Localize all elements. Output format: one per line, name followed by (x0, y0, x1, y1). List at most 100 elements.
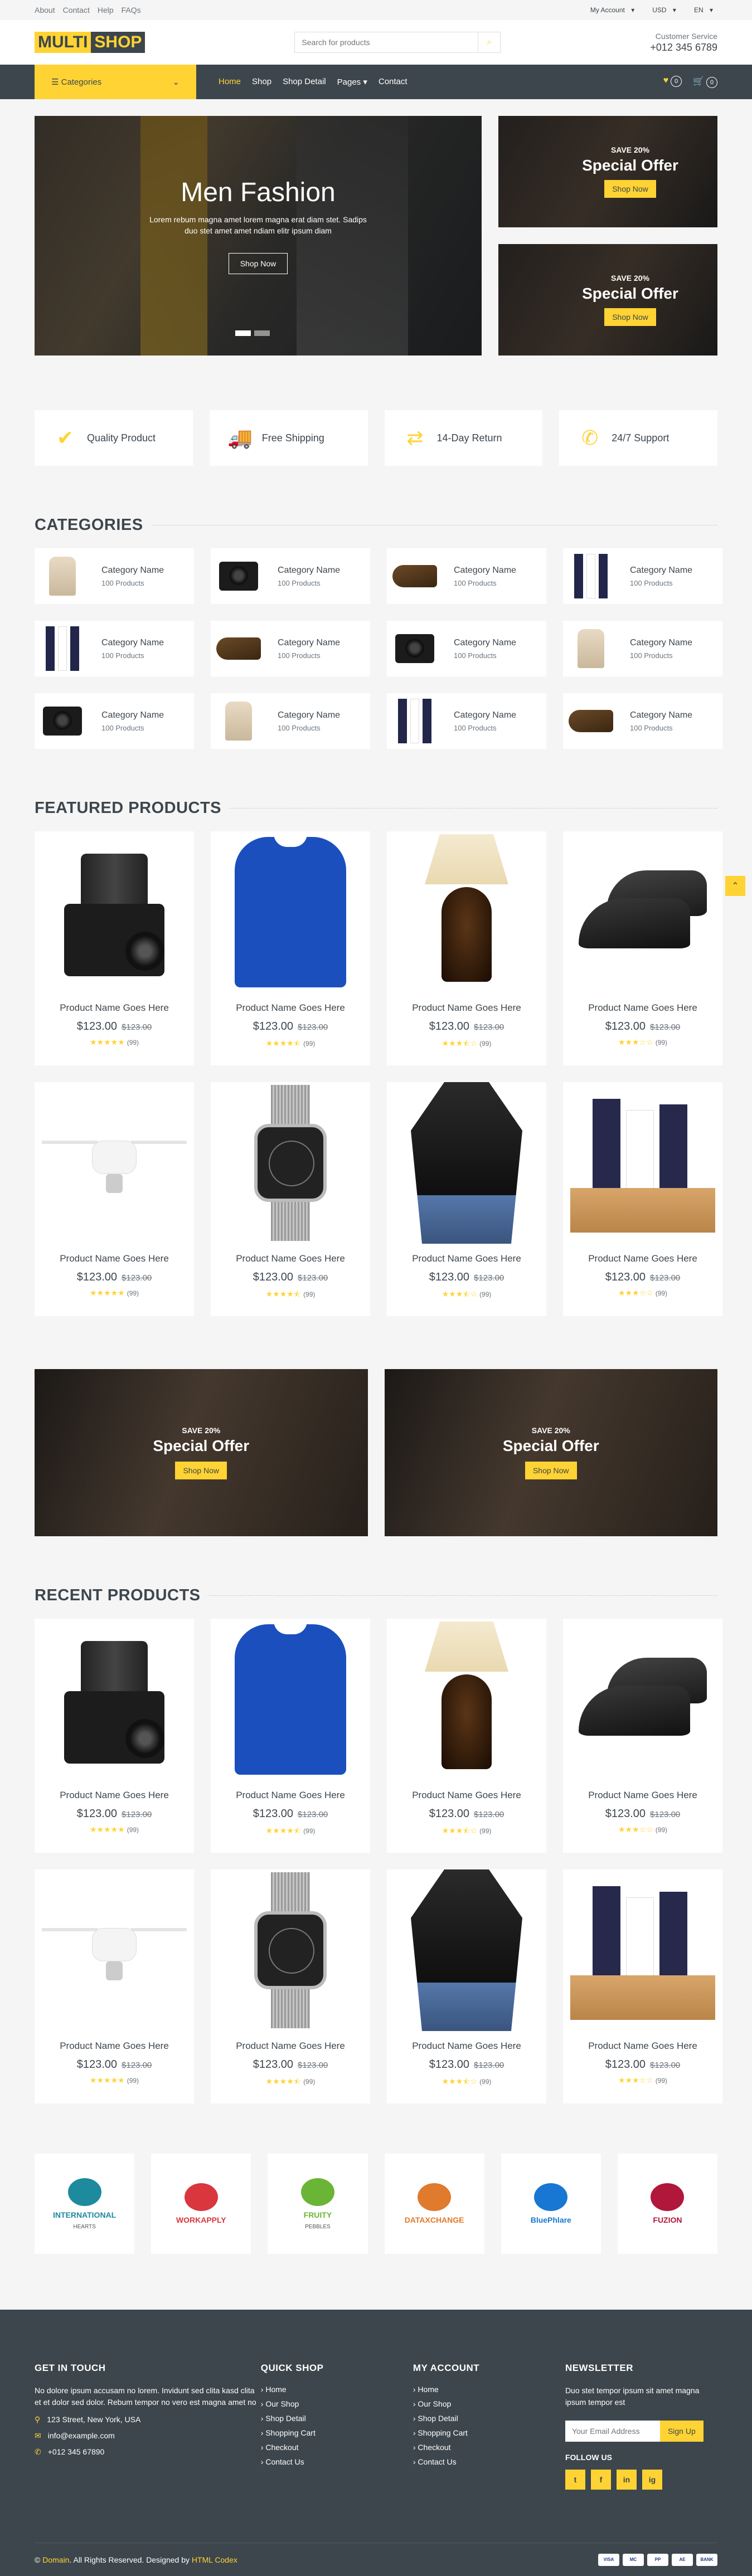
product-image[interactable] (387, 1619, 546, 1780)
category-card[interactable]: Category Name 100 Products (35, 693, 194, 749)
nav-link-contact[interactable]: Contact (379, 77, 407, 87)
product-image[interactable] (35, 1619, 194, 1780)
product-image[interactable] (211, 1619, 370, 1780)
product-card[interactable]: Product Name Goes Here $123.00 $123.00 ★★★★… (211, 1869, 370, 2103)
topbar-link-contact[interactable]: Contact (63, 6, 90, 14)
vendor-logo[interactable]: FUZION (617, 2154, 718, 2254)
product-name[interactable]: Product Name Goes Here (563, 1253, 722, 1264)
footer-link[interactable]: Checkout (261, 2443, 413, 2452)
hero-carousel[interactable]: Men Fashion Lorem rebum magna amet lorem… (35, 116, 482, 356)
nav-link-shop-detail[interactable]: Shop Detail (283, 77, 326, 87)
logo[interactable]: MULTI SHOP (35, 32, 145, 53)
footer-link[interactable]: Shop Detail (413, 2414, 565, 2423)
footer-link[interactable]: Shop Detail (261, 2414, 413, 2423)
product-card[interactable]: Product Name Goes Here $123.00 $123.00 ★★★⯪… (387, 1619, 546, 1853)
wishlist-button[interactable]: ♥ 0 (663, 76, 682, 88)
product-image[interactable] (211, 1082, 370, 1244)
vendor-logo[interactable]: BluePhlare (501, 2154, 601, 2254)
product-card[interactable]: Product Name Goes Here $123.00 $123.00 ★★★★… (35, 1082, 194, 1316)
footer-link[interactable]: Home (413, 2385, 565, 2394)
product-name[interactable]: Product Name Goes Here (211, 2041, 370, 2052)
product-image[interactable] (35, 831, 194, 993)
product-name[interactable]: Product Name Goes Here (211, 1002, 370, 1014)
product-name[interactable]: Product Name Goes Here (387, 2041, 546, 2052)
vendor-logo[interactable]: FRUITY PEBBLES (268, 2154, 368, 2254)
search-button[interactable]: ⌕ (478, 32, 500, 52)
product-image[interactable] (563, 831, 722, 993)
product-card[interactable]: Product Name Goes Here $123.00 $123.00 ★★★⯪… (387, 831, 546, 1065)
back-to-top-button[interactable]: ⌃ (725, 876, 745, 896)
product-card[interactable]: Product Name Goes Here $123.00 $123.00 ★★★★… (35, 1619, 194, 1853)
vendor-logo[interactable]: INTERNATIONAL HEARTS (35, 2154, 135, 2254)
signup-button[interactable]: Sign Up (659, 2421, 704, 2442)
product-image[interactable] (35, 1082, 194, 1244)
product-name[interactable]: Product Name Goes Here (35, 1790, 194, 1801)
product-name[interactable]: Product Name Goes Here (563, 2041, 722, 2052)
nav-link-pages[interactable]: Pages ▾ (337, 77, 367, 87)
product-name[interactable]: Product Name Goes Here (563, 1002, 722, 1014)
my-account-dropdown[interactable]: My Account ▾ (586, 5, 639, 15)
category-card[interactable]: Category Name 100 Products (211, 548, 370, 604)
search-input[interactable] (295, 32, 478, 52)
nav-link-shop[interactable]: Shop (252, 77, 271, 87)
product-name[interactable]: Product Name Goes Here (35, 1253, 194, 1264)
topbar-link-help[interactable]: Help (98, 6, 114, 14)
category-card[interactable]: Category Name 100 Products (387, 548, 546, 604)
category-card[interactable]: Category Name 100 Products (563, 621, 722, 676)
banner-shop-now-button[interactable]: Shop Now (175, 1462, 227, 1479)
product-image[interactable] (211, 831, 370, 993)
vendor-logo[interactable]: DATAXCHANGE (384, 2154, 484, 2254)
category-card[interactable]: Category Name 100 Products (387, 693, 546, 749)
product-name[interactable]: Product Name Goes Here (35, 2041, 194, 2052)
category-card[interactable]: Category Name 100 Products (387, 621, 546, 676)
carousel-indicator[interactable] (235, 330, 251, 336)
product-card[interactable]: Product Name Goes Here $123.00 $123.00 ★★★★… (211, 831, 370, 1065)
product-image[interactable] (211, 1869, 370, 2031)
product-image[interactable] (387, 1869, 546, 2031)
cart-button[interactable]: 🛒 0 (693, 76, 717, 88)
topbar-link-faqs[interactable]: FAQs (122, 6, 141, 14)
category-card[interactable]: Category Name 100 Products (211, 621, 370, 676)
footer-link[interactable]: Checkout (413, 2443, 565, 2452)
footer-link[interactable]: Contact Us (261, 2457, 413, 2466)
footer-link[interactable]: Our Shop (413, 2399, 565, 2408)
product-name[interactable]: Product Name Goes Here (387, 1790, 546, 1801)
product-card[interactable]: Product Name Goes Here $123.00 $123.00 ★★★★… (35, 1869, 194, 2103)
footer-link[interactable]: Home (261, 2385, 413, 2394)
category-card[interactable]: Category Name 100 Products (211, 693, 370, 749)
product-name[interactable]: Product Name Goes Here (211, 1790, 370, 1801)
category-card[interactable]: Category Name 100 Products (563, 548, 722, 604)
product-card[interactable]: Product Name Goes Here $123.00 $123.00 ★★★★… (35, 831, 194, 1065)
product-card[interactable]: Product Name Goes Here $123.00 $123.00 ★★★⯪… (387, 1082, 546, 1316)
product-name[interactable]: Product Name Goes Here (211, 1253, 370, 1264)
facebook-icon[interactable]: f (590, 2470, 611, 2490)
product-image[interactable] (387, 831, 546, 993)
footer-link[interactable]: Contact Us (413, 2457, 565, 2466)
offer-shop-now-button[interactable]: Shop Now (604, 180, 656, 198)
product-image[interactable] (563, 1082, 722, 1244)
product-card[interactable]: Product Name Goes Here $123.00 $123.00 ★★★★… (211, 1619, 370, 1853)
language-dropdown[interactable]: EN ▾ (690, 5, 717, 15)
banner-shop-now-button[interactable]: Shop Now (525, 1462, 577, 1479)
product-name[interactable]: Product Name Goes Here (387, 1253, 546, 1264)
instagram-icon[interactable]: ig (642, 2470, 662, 2490)
product-name[interactable]: Product Name Goes Here (35, 1002, 194, 1014)
product-image[interactable] (35, 1869, 194, 2031)
carousel-indicator[interactable] (254, 330, 270, 336)
category-card[interactable]: Category Name 100 Products (563, 693, 722, 749)
product-card[interactable]: Product Name Goes Here $123.00 $123.00 ★★★☆… (563, 1082, 722, 1316)
product-card[interactable]: Product Name Goes Here $123.00 $123.00 ★★★★… (211, 1082, 370, 1316)
product-image[interactable] (387, 1082, 546, 1244)
category-card[interactable]: Category Name 100 Products (35, 621, 194, 676)
product-image[interactable] (563, 1869, 722, 2031)
hero-shop-now-button[interactable]: Shop Now (228, 253, 288, 275)
nav-link-home[interactable]: Home (219, 77, 241, 87)
designer-link[interactable]: HTML Codex (192, 2555, 237, 2564)
footer-link[interactable]: Our Shop (261, 2399, 413, 2408)
categories-toggle[interactable]: ☰ Categories ⌄ (35, 65, 196, 99)
category-card[interactable]: Category Name 100 Products (35, 548, 194, 604)
footer-link[interactable]: Shopping Cart (413, 2428, 565, 2437)
product-card[interactable]: Product Name Goes Here $123.00 $123.00 ★★★☆… (563, 1619, 722, 1853)
product-name[interactable]: Product Name Goes Here (563, 1790, 722, 1801)
product-card[interactable]: Product Name Goes Here $123.00 $123.00 ★★★☆… (563, 831, 722, 1065)
